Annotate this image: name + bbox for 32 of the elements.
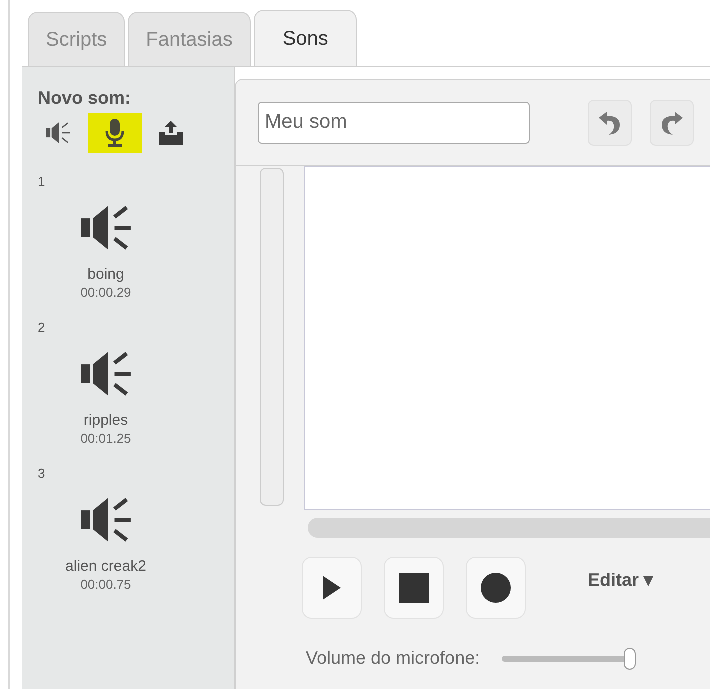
sound-name-field[interactable]: Meu som: [258, 102, 530, 144]
sound-duration: 00:00.29: [80, 284, 132, 301]
slider-thumb[interactable]: [624, 648, 636, 670]
sound-name: boing: [88, 266, 124, 285]
upload-icon: [157, 120, 185, 146]
sound-item[interactable]: 3 alien creak2 00:00.75: [36, 467, 176, 593]
sound-name: alien creak2: [66, 558, 146, 577]
redo-button[interactable]: [650, 100, 694, 146]
speaker-icon: [46, 121, 72, 145]
tab[interactable]: Sons: [254, 10, 358, 66]
stop-icon: [399, 573, 429, 603]
sound-item[interactable]: 2 ripples 00:01.25: [36, 321, 176, 447]
record-sound-button[interactable]: [88, 113, 142, 153]
sound-duration: 00:00.75: [80, 576, 132, 593]
horizontal-scrollbar[interactable]: [308, 518, 710, 538]
play-icon: [323, 576, 341, 600]
sound-number: 3: [37, 467, 46, 480]
record-button[interactable]: [466, 557, 526, 619]
undo-button[interactable]: [588, 100, 632, 146]
microphone-icon: [105, 118, 125, 148]
sound-item[interactable]: 1 boing 00:00.29: [36, 175, 176, 301]
sound-name: ripples: [84, 412, 128, 431]
sound-number: 1: [37, 175, 46, 188]
volume-label: Volume do microfone:: [306, 647, 480, 670]
record-icon: [481, 573, 511, 603]
vertical-scrollbar[interactable]: [260, 168, 284, 506]
sound-number: 2: [37, 321, 46, 334]
new-sound-label: Novo som:: [37, 89, 132, 107]
edit-menu[interactable]: Editar ▾: [588, 567, 654, 594]
play-button[interactable]: [302, 557, 362, 619]
stop-button[interactable]: [384, 557, 444, 619]
sound-duration: 00:01.25: [80, 430, 132, 447]
